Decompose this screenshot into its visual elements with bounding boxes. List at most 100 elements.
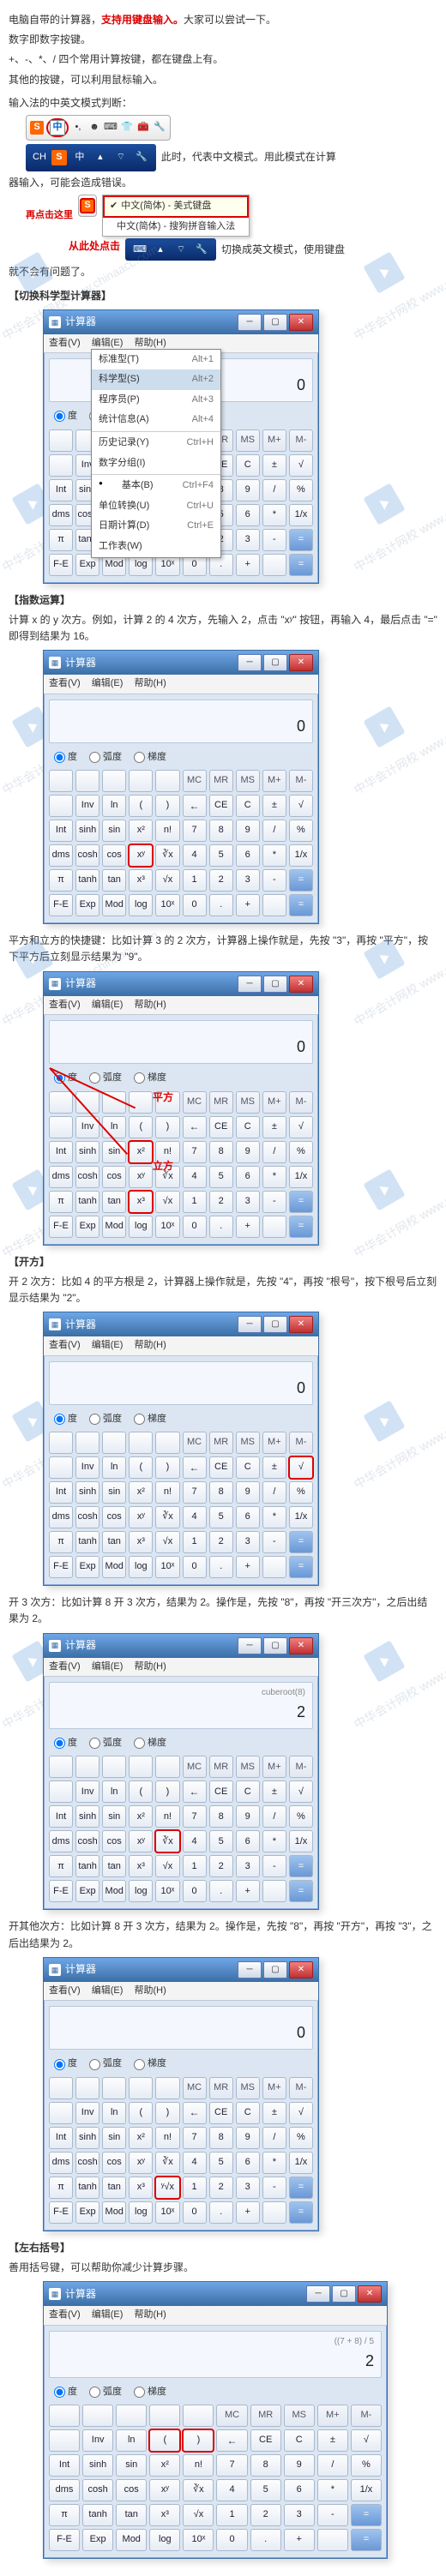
key-tan[interactable]: tan <box>102 869 126 892</box>
key-MC[interactable]: MC <box>183 770 207 792</box>
key-Exp[interactable]: Exp <box>75 1216 99 1238</box>
mode-deg[interactable]: 度 <box>54 1412 77 1427</box>
key-M[interactable]: M- <box>289 1091 313 1114</box>
key-dms[interactable]: dms <box>49 1166 73 1188</box>
key-9[interactable]: 9 <box>236 820 260 842</box>
key-MS[interactable]: MS <box>236 1756 260 1778</box>
key-x[interactable]: xʸ <box>129 1506 153 1528</box>
key-[interactable]: π <box>49 529 73 551</box>
key-[interactable]: + <box>236 1880 260 1902</box>
key-[interactable]: % <box>289 1805 313 1828</box>
key-C[interactable]: C <box>284 2429 315 2452</box>
key-10[interactable]: 10ˣ <box>155 1216 179 1238</box>
key-[interactable]: / <box>262 1805 286 1828</box>
key-[interactable]: = <box>289 1531 313 1553</box>
key-1x[interactable]: 1/x <box>289 2152 313 2174</box>
key-2[interactable]: 2 <box>250 2504 281 2526</box>
key-cosh[interactable]: cosh <box>75 2152 99 2174</box>
key-[interactable]: ← <box>183 1456 207 1479</box>
mode-rad[interactable]: 弧度 <box>89 2057 122 2072</box>
key-8[interactable]: 8 <box>209 820 233 842</box>
menu-view[interactable]: 查看(V) <box>49 1340 81 1350</box>
menu-help[interactable]: 帮助(H) <box>134 1000 166 1010</box>
key-Int[interactable]: Int <box>49 2127 73 2149</box>
key-3[interactable]: 3 <box>236 869 260 892</box>
key-FE[interactable]: F-E <box>49 1556 73 1578</box>
mode-rad[interactable]: 弧度 <box>89 1412 122 1427</box>
sogou-icon-2[interactable]: S <box>81 199 94 213</box>
key-M[interactable]: M- <box>289 770 313 792</box>
keyboard-icon[interactable]: ⌨ <box>104 121 118 135</box>
menu-item[interactable]: 标准型(T)Alt+1 <box>92 350 220 370</box>
key-x[interactable]: xʸ <box>129 1830 153 1852</box>
key-sin[interactable]: sin <box>102 820 126 842</box>
key-1x[interactable]: 1/x <box>289 504 313 526</box>
key-M[interactable]: M- <box>289 1756 313 1778</box>
key-6[interactable]: 6 <box>284 2479 315 2501</box>
key-8[interactable]: 8 <box>250 2454 281 2477</box>
key-[interactable]: = <box>289 894 313 916</box>
key-MC[interactable]: MC <box>183 1432 207 1454</box>
key-[interactable]: . <box>209 2201 233 2224</box>
key-Exp[interactable]: Exp <box>75 1556 99 1578</box>
key-[interactable]: ) <box>155 795 179 817</box>
key-cos[interactable]: cos <box>102 1506 126 1528</box>
key-x[interactable]: x² <box>129 1481 153 1504</box>
key-1x[interactable]: 1/x <box>351 2479 382 2501</box>
key-Inv[interactable]: Inv <box>82 2429 113 2452</box>
key-[interactable]: = <box>289 1556 313 1578</box>
key-Exp[interactable]: Exp <box>82 2529 113 2551</box>
key-[interactable]: π <box>49 869 73 892</box>
key-C[interactable]: C <box>236 2102 260 2124</box>
key-[interactable]: √ <box>289 795 313 817</box>
key-6[interactable]: 6 <box>236 504 260 526</box>
key-FE[interactable]: F-E <box>49 2201 73 2224</box>
key-M[interactable]: M+ <box>262 1091 286 1114</box>
maximize-button[interactable]: ▢ <box>263 1961 287 1979</box>
key-Exp[interactable]: Exp <box>75 894 99 916</box>
key-CE[interactable]: CE <box>250 2429 281 2452</box>
key-0[interactable]: 0 <box>183 2201 207 2224</box>
key-[interactable]: ← <box>183 1780 207 1803</box>
key-3[interactable]: 3 <box>236 1191 260 1213</box>
close-button[interactable]: ✕ <box>358 2285 382 2303</box>
key-5[interactable]: 5 <box>209 1166 233 1188</box>
close-button[interactable]: ✕ <box>289 654 313 671</box>
key-x[interactable]: x² <box>149 2454 180 2477</box>
key-ln[interactable]: ln <box>102 1456 126 1479</box>
key-0[interactable]: 0 <box>183 1216 207 1238</box>
key-9[interactable]: 9 <box>236 1141 260 1163</box>
menu-edit[interactable]: 编辑(E) <box>92 678 124 688</box>
key-6[interactable]: 6 <box>236 2152 260 2174</box>
key-tanh[interactable]: tanh <box>75 869 99 892</box>
key-x[interactable]: x² <box>129 2127 153 2149</box>
key-FE[interactable]: F-E <box>49 1216 73 1238</box>
key-Int[interactable]: Int <box>49 820 73 842</box>
key-n[interactable]: n! <box>155 2127 179 2149</box>
menu-item[interactable]: 基本(B)Ctrl+F4 <box>92 476 220 496</box>
key-log[interactable]: log <box>149 2529 180 2551</box>
menu-view[interactable]: 查看(V) <box>49 1000 81 1010</box>
key-n[interactable]: n! <box>155 1805 179 1828</box>
key-[interactable]: / <box>262 479 286 501</box>
key-[interactable]: / <box>317 2454 348 2477</box>
key-[interactable]: + <box>284 2529 315 2551</box>
cn-mode-icon[interactable]: 中 <box>50 120 65 135</box>
key-tanh[interactable]: tanh <box>75 2177 99 2199</box>
key-[interactable]: / <box>262 820 286 842</box>
key-CE[interactable]: CE <box>209 1456 233 1479</box>
key-M[interactable]: M+ <box>262 770 286 792</box>
key-tan[interactable]: tan <box>102 1855 126 1877</box>
key-n[interactable]: n! <box>155 820 179 842</box>
key-tanh[interactable]: tanh <box>75 1855 99 1877</box>
key-[interactable]: ( <box>149 2429 180 2452</box>
key-[interactable]: ← <box>183 1116 207 1138</box>
key-C[interactable]: C <box>236 1780 260 1803</box>
key-x[interactable]: ʸ√x <box>155 2177 179 2199</box>
key-x[interactable]: √x <box>155 1531 179 1553</box>
emoji-icon[interactable]: ☻ <box>87 121 101 135</box>
key-0[interactable]: 0 <box>216 2529 247 2551</box>
key-cos[interactable]: cos <box>116 2479 147 2501</box>
key-[interactable]: * <box>262 1166 286 1188</box>
key-5[interactable]: 5 <box>209 1830 233 1852</box>
